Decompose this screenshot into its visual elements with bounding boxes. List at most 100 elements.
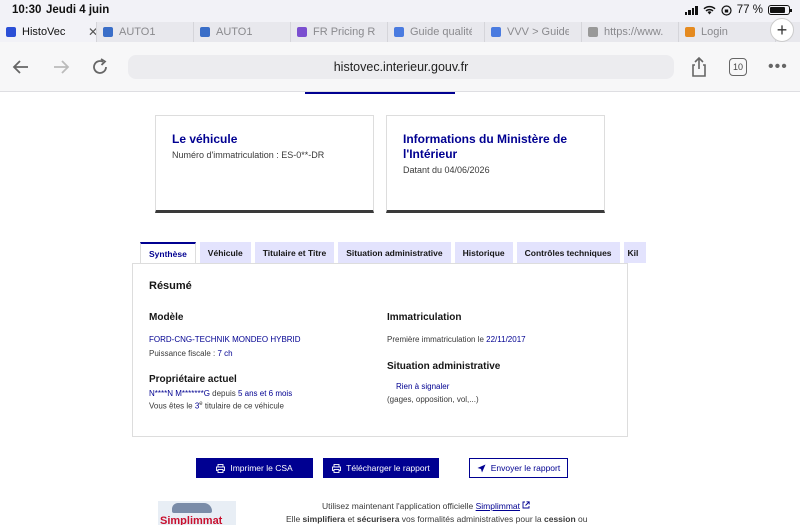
simplimmat-line2-end: ou: [575, 514, 588, 524]
favicon-icon: [103, 27, 113, 37]
send-report-button[interactable]: Envoyer le rapport: [469, 458, 568, 478]
car-icon: [172, 503, 212, 513]
share-icon: [692, 56, 706, 77]
printer-icon: [216, 463, 226, 473]
reload-button[interactable]: [89, 56, 111, 78]
ministry-date: Datant du 04/06/2026: [403, 165, 490, 175]
favicon-icon: [6, 27, 16, 37]
tab-kilometrage[interactable]: Kil: [623, 242, 646, 263]
vehicle-card: Le véhicule Numéro d'immatriculation : E…: [155, 115, 374, 213]
browser-tab-label: FR Pricing Re: [313, 26, 375, 38]
browser-tab[interactable]: https://www.: [582, 22, 679, 42]
url-text: histovec.interieur.gouv.fr: [333, 60, 469, 74]
favicon-icon: [685, 27, 695, 37]
simplimmat-logo[interactable]: Simplimmat: [158, 501, 236, 525]
address-bar[interactable]: histovec.interieur.gouv.fr: [128, 55, 674, 79]
tab-historique[interactable]: Historique: [454, 242, 513, 263]
battery-percent: 77 %: [736, 4, 763, 16]
proprietaire-duree: 5 ans et 6 mois: [237, 389, 293, 398]
tab-vehicule[interactable]: Véhicule: [199, 242, 251, 263]
ministry-card: Informations du Ministère de l'Intérieur…: [386, 115, 605, 213]
status-time: 10:30: [12, 4, 42, 16]
arrow-left-icon: [12, 60, 28, 74]
modele-value: FORD-CNG-TECHNIK MONDEO HYBRID: [149, 335, 301, 344]
premiere-immat-line: Première immatriculation le 22/11/2017: [387, 335, 526, 344]
printer-icon: [332, 463, 342, 473]
puissance-line: Puissance fiscale : 7 ch: [149, 349, 233, 358]
browser-tab-label: HistoVec: [22, 26, 66, 38]
premiere-immat-label: Première immatriculation le: [387, 335, 487, 344]
synthese-panel: Résumé Modèle FORD-CNG-TECHNIK MONDEO HY…: [132, 263, 628, 437]
tab-controles-techniques[interactable]: Contrôles techniques: [516, 242, 620, 263]
favicon-icon: [491, 27, 501, 37]
simplimmat-logo-text: Simplimmat: [160, 515, 223, 525]
simplimmat-line2-mid: et: [345, 514, 357, 524]
browser-tab-label: AUTO1: [216, 26, 253, 38]
simplimmat-link[interactable]: Simplimmat: [476, 501, 520, 511]
browser-tab[interactable]: HistoVec ✕: [0, 22, 97, 42]
simplimmat-intro: Utilisez maintenant l'application offici…: [322, 501, 476, 511]
simplimmat-simplifiera: simplifiera: [302, 514, 346, 524]
vehicle-plate: Numéro d'immatriculation : ES-0**-DR: [172, 150, 325, 160]
status-date: Jeudi 4 juin: [46, 4, 110, 16]
simplimmat-line2-prefix: Elle: [286, 514, 303, 524]
orientation-lock-icon: [721, 4, 732, 16]
proprietaire-line: N****N M*******G depuis 5 ans et 6 mois: [149, 389, 292, 398]
browser-toolbar: histovec.interieur.gouv.fr 10 •••: [0, 42, 800, 92]
download-report-label: Télécharger le rapport: [346, 463, 430, 473]
wifi-icon: [703, 5, 716, 15]
external-link-icon: [522, 501, 531, 509]
close-tab-icon[interactable]: ✕: [88, 25, 96, 39]
browser-tab[interactable]: AUTO1: [97, 22, 194, 42]
browser-tab-label: https://www.: [604, 26, 664, 38]
back-button[interactable]: [10, 56, 32, 78]
status-indicators: 77 %: [684, 4, 792, 16]
top-action-button[interactable]: [305, 92, 455, 94]
simplimmat-line2-rest: vos formalités administratives pour la: [399, 514, 544, 524]
browser-tab-label: AUTO1: [119, 26, 156, 38]
browser-tab[interactable]: VVV > Guide: [485, 22, 582, 42]
proprietaire-name: N****N M*******G: [149, 389, 210, 398]
send-report-label: Envoyer le rapport: [490, 463, 561, 473]
browser-tab-label: VVV > Guide: [507, 26, 569, 38]
titulaire-prefix: Vous êtes le: [149, 401, 195, 411]
more-menu-button[interactable]: •••: [768, 58, 788, 76]
tab-synthese[interactable]: Synthèse: [140, 242, 196, 264]
report-tabs: Synthèse Véhicule Titulaire et Titre Sit…: [140, 242, 646, 264]
puissance-label: Puissance fiscale :: [149, 349, 218, 358]
premiere-immat-date: 22/11/2017: [486, 335, 526, 344]
browser-tab-label: Login: [701, 26, 728, 38]
tab-titulaire[interactable]: Titulaire et Titre: [254, 242, 335, 263]
situation-value: Rien à signaler: [396, 382, 450, 391]
titulaire-suffix: titulaire de ce véhicule: [202, 401, 284, 411]
modele-heading: Modèle: [149, 312, 184, 323]
send-icon: [477, 464, 486, 472]
vehicle-card-title: Le véhicule: [172, 132, 238, 146]
depuis-text: depuis: [209, 389, 238, 398]
browser-tab[interactable]: Login: [679, 22, 776, 42]
immatriculation-heading: Immatriculation: [387, 312, 462, 323]
simplimmat-line-2: Elle simplifiera et sécurisera vos forma…: [286, 514, 587, 524]
browser-tab[interactable]: FR Pricing Re: [291, 22, 388, 42]
resume-heading: Résumé: [149, 280, 192, 292]
browser-tab-label: Guide qualité: [410, 26, 472, 38]
favicon-icon: [200, 27, 210, 37]
download-report-button[interactable]: Télécharger le rapport: [323, 458, 439, 478]
browser-tab[interactable]: AUTO1: [194, 22, 291, 42]
situation-heading: Situation administrative: [387, 361, 501, 372]
tab-situation-administrative[interactable]: Situation administrative: [338, 242, 451, 263]
browser-tab[interactable]: Guide qualité: [388, 22, 485, 42]
print-csa-label: Imprimer le CSA: [230, 463, 293, 473]
puissance-value: 7 ch: [217, 349, 233, 358]
titulaire-line: Vous êtes le 3e titulaire de ce véhicule: [149, 401, 284, 411]
simplimmat-cession: cession: [544, 514, 576, 524]
forward-button[interactable]: [50, 56, 72, 78]
browser-tab-strip: HistoVec ✕ AUTO1 AUTO1 FR Pricing Re Guide qu…: [0, 22, 800, 42]
favicon-icon: [394, 27, 404, 37]
print-csa-button[interactable]: Imprimer le CSA: [196, 458, 313, 478]
situation-detail: (gages, opposition, vol,...): [387, 395, 479, 404]
new-tab-button[interactable]: +: [770, 18, 794, 42]
share-button[interactable]: [688, 56, 710, 78]
tab-count-button[interactable]: 10: [729, 58, 747, 76]
arrow-right-icon: [54, 60, 70, 74]
